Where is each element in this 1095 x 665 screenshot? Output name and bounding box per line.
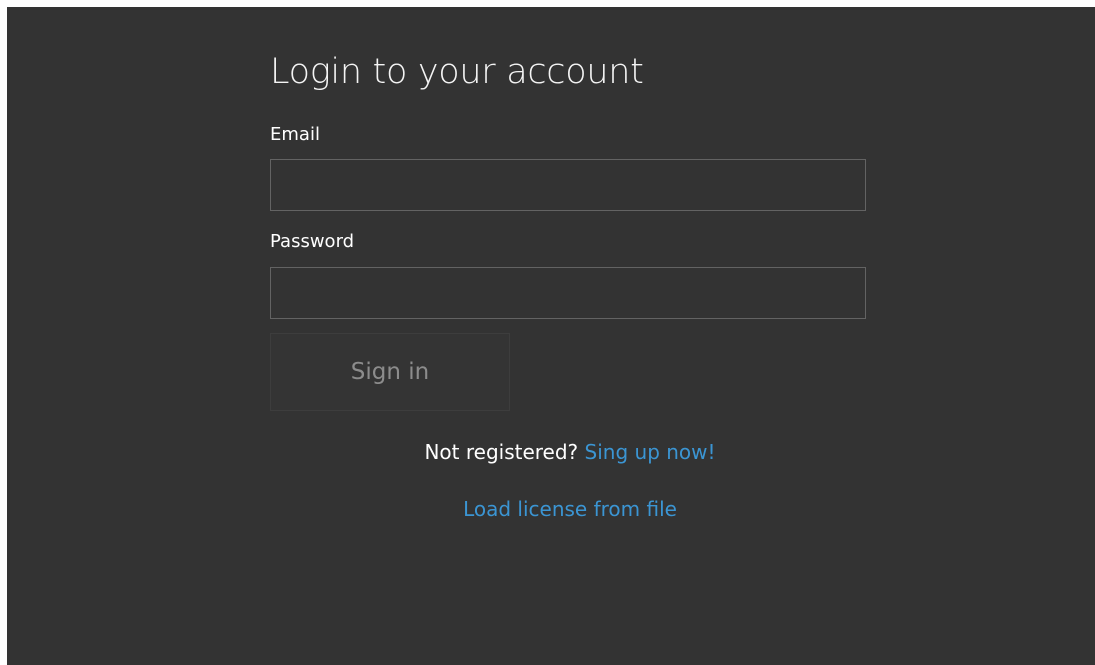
password-label: Password xyxy=(270,231,355,252)
sign-up-link[interactable]: Sing up now! xyxy=(585,440,716,464)
sign-in-button[interactable]: Sign in xyxy=(270,333,510,411)
license-row: Load license from file xyxy=(270,497,870,521)
not-registered-text: Not registered? xyxy=(424,440,585,464)
password-field[interactable] xyxy=(270,267,866,319)
email-label: Email xyxy=(270,124,320,145)
register-prompt: Not registered? Sing up now! xyxy=(270,440,870,464)
login-window: Login to your account Email Password Sig… xyxy=(7,7,1095,665)
load-license-link[interactable]: Load license from file xyxy=(463,497,677,521)
page-title: Login to your account xyxy=(270,52,644,92)
email-field[interactable] xyxy=(270,159,866,211)
